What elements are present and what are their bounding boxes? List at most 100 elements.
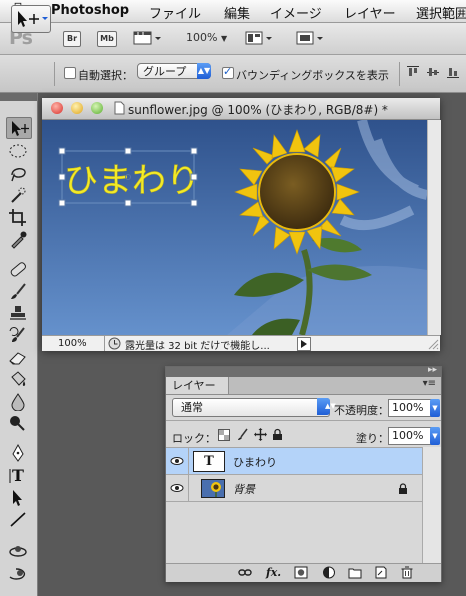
- sunflower-photo: ひまわり: [42, 120, 427, 335]
- layer-name[interactable]: 背景: [233, 481, 255, 497]
- panel-tab-bar: レイヤー ▾≡: [166, 377, 441, 395]
- quick-selection-tool[interactable]: [6, 185, 30, 205]
- tab-layers[interactable]: レイヤー: [166, 377, 229, 394]
- healing-brush-tool[interactable]: [6, 259, 30, 279]
- 3d-rotate-tool[interactable]: [6, 541, 30, 561]
- lock-position-icon[interactable]: [254, 428, 267, 444]
- layer-style-fx-icon[interactable]: fx.: [266, 566, 284, 579]
- view-extras-button[interactable]: [133, 30, 163, 49]
- dodge-tool-icon: [10, 416, 25, 431]
- collapse-panel-icon[interactable]: ▸▸: [428, 365, 437, 375]
- eyedropper-tool[interactable]: [6, 229, 30, 249]
- adjustment-layer-icon[interactable]: [322, 566, 336, 579]
- 3d-orbit-tool[interactable]: [6, 563, 30, 583]
- panel-menu-icon[interactable]: ▾≡: [423, 378, 436, 389]
- bridge-button[interactable]: Br: [63, 31, 81, 47]
- dropdown-stepper-icon: ▲▼: [317, 398, 336, 415]
- minibridge-button[interactable]: Mb: [97, 31, 117, 47]
- menu-select[interactable]: 選択範囲: [416, 3, 466, 22]
- move-tool-icon: [12, 121, 29, 136]
- menu-layer[interactable]: レイヤー: [344, 3, 396, 22]
- zoom-button[interactable]: [91, 102, 103, 114]
- blur-tool[interactable]: [6, 391, 30, 412]
- type-tool[interactable]: T: [6, 465, 30, 485]
- layers-panel-footer: fx.: [166, 563, 441, 582]
- fill-label: 塗り：: [356, 432, 389, 445]
- move-tool-icon: [18, 11, 48, 27]
- line-tool[interactable]: [6, 509, 30, 529]
- menu-image[interactable]: イメージ: [270, 3, 322, 22]
- marquee-tool[interactable]: [6, 141, 30, 161]
- show-transform-controls-label: バウンディングボックスを表示: [236, 69, 389, 82]
- status-info-icon[interactable]: [108, 337, 121, 353]
- document-titlebar[interactable]: sunflower.jpg @ 100% (ひまわり, RGB/8#) *: [42, 98, 440, 120]
- lock-label: ロック：: [172, 432, 216, 445]
- tools-panel-grip[interactable]: [0, 93, 37, 101]
- layer-name[interactable]: ひまわり: [233, 454, 277, 470]
- pen-tool[interactable]: [6, 443, 30, 463]
- new-group-icon[interactable]: [348, 566, 362, 579]
- resize-grip-icon[interactable]: [427, 338, 439, 353]
- paint-bucket-tool[interactable]: [6, 369, 30, 389]
- view-extras-icon: [133, 31, 161, 45]
- align-vertical-centers-icon[interactable]: [427, 66, 439, 78]
- eraser-tool[interactable]: [6, 347, 30, 367]
- screen-mode-button[interactable]: [296, 30, 326, 49]
- menu-edit[interactable]: 編集: [224, 3, 250, 22]
- minimize-button[interactable]: [71, 102, 83, 114]
- opacity-field[interactable]: 100%: [388, 399, 432, 417]
- link-layers-icon[interactable]: [238, 566, 252, 579]
- layers-scrollbar[interactable]: [422, 447, 441, 565]
- auto-select-target-value: グループ: [143, 65, 187, 78]
- add-layer-mask-icon[interactable]: [294, 566, 308, 579]
- layer-row-text[interactable]: T ひまわり: [166, 448, 422, 475]
- fill-slider-button[interactable]: ▼: [430, 427, 440, 445]
- auto-select-checkbox[interactable]: [64, 67, 76, 79]
- move-tool[interactable]: [6, 117, 32, 139]
- align-top-edges-icon[interactable]: [407, 66, 419, 78]
- panel-grip[interactable]: ▸▸: [166, 365, 441, 377]
- status-menu-button[interactable]: [297, 337, 311, 351]
- history-brush-tool[interactable]: [6, 325, 30, 345]
- new-layer-icon[interactable]: [374, 566, 388, 579]
- clone-stamp-tool[interactable]: [6, 303, 30, 323]
- visibility-eye-icon[interactable]: [166, 475, 189, 501]
- blur-tool-icon: [11, 393, 25, 412]
- application-bar: Ps Br Mb 100% ▼: [0, 23, 466, 55]
- blend-mode-dropdown[interactable]: 通常 ▲▼: [172, 398, 336, 417]
- lock-all-icon[interactable]: [272, 428, 283, 444]
- show-transform-controls-checkbox[interactable]: [222, 65, 234, 79]
- vertical-scrollbar[interactable]: [427, 120, 441, 335]
- divider: [166, 420, 441, 421]
- document-window: sunflower.jpg @ 100% (ひまわり, RGB/8#) * ひま…: [42, 98, 441, 353]
- delete-layer-icon[interactable]: [400, 566, 414, 579]
- status-message: 露光量は 32 bit だけで機能し...: [125, 341, 270, 352]
- divider: [54, 62, 55, 86]
- path-selection-tool[interactable]: [6, 487, 30, 507]
- auto-select-label: 自動選択：: [78, 69, 133, 82]
- fill-field[interactable]: 100%: [388, 427, 432, 445]
- visibility-eye-icon[interactable]: [166, 448, 189, 474]
- document-canvas[interactable]: ひまわり: [42, 120, 427, 335]
- crop-tool[interactable]: [6, 207, 30, 227]
- dodge-tool[interactable]: [6, 413, 30, 433]
- lock-transparent-pixels-icon[interactable]: [218, 429, 230, 444]
- close-button[interactable]: [51, 102, 63, 114]
- lock-image-pixels-icon[interactable]: [236, 428, 249, 444]
- arrange-documents-button[interactable]: [245, 30, 275, 49]
- document-proxy-icon: [114, 101, 125, 118]
- chevron-down-icon: ▼: [220, 34, 228, 43]
- menu-bar:  Photoshop ファイル 編集 イメージ レイヤー 選択範囲: [0, 0, 466, 23]
- brush-tool[interactable]: [6, 281, 30, 301]
- auto-select-target-dropdown[interactable]: グループ ▲▼: [137, 63, 211, 79]
- tool-preset-picker[interactable]: [11, 5, 51, 33]
- menu-file[interactable]: ファイル: [149, 3, 201, 22]
- opacity-slider-button[interactable]: ▼: [430, 399, 440, 417]
- layer-row-background[interactable]: 背景: [166, 475, 422, 502]
- eraser-tool-icon: [9, 352, 26, 365]
- menu-app-name[interactable]: Photoshop: [51, 3, 129, 18]
- lasso-tool[interactable]: [6, 163, 30, 183]
- align-bottom-edges-icon[interactable]: [447, 66, 459, 78]
- document-zoom-field[interactable]: 100%: [42, 336, 105, 351]
- zoom-level-dropdown[interactable]: 100% ▼: [186, 31, 227, 44]
